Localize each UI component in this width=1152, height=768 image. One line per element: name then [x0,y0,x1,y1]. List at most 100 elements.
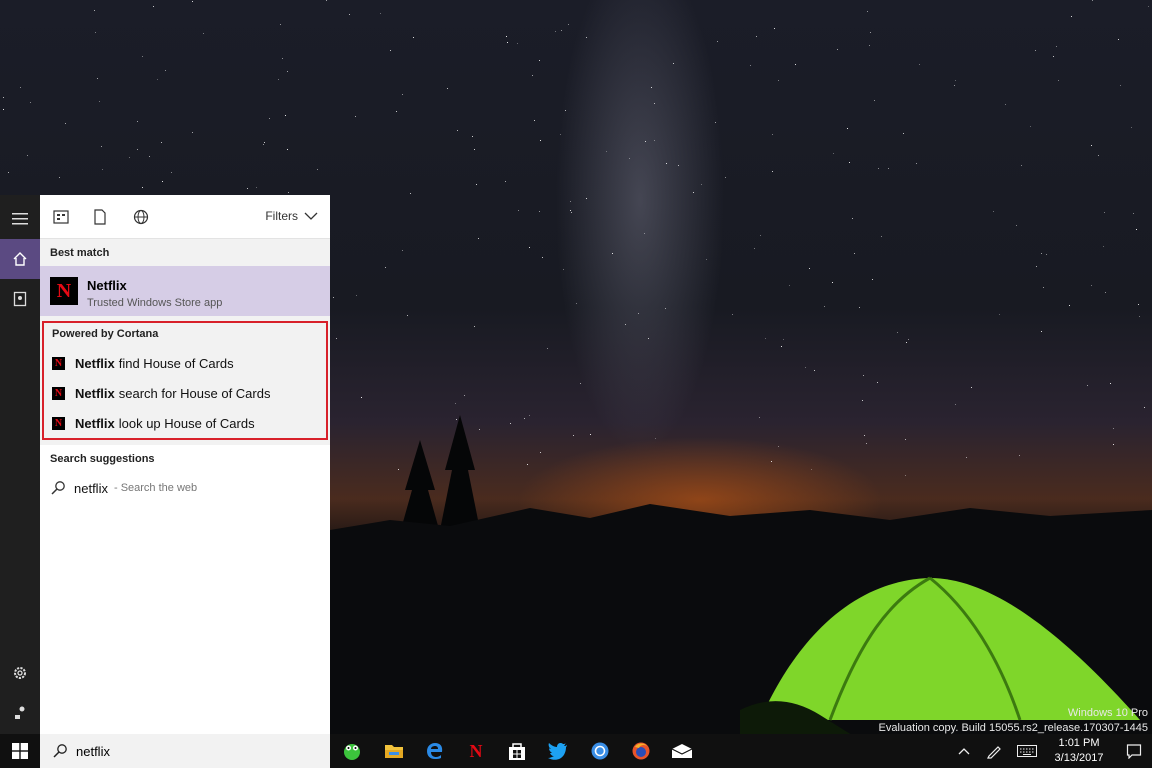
hamburger-menu-button[interactable] [0,199,40,239]
star [65,123,66,124]
star [355,116,356,117]
star [563,269,564,270]
star [772,171,773,172]
star [410,193,411,194]
star [878,168,879,169]
star [1113,428,1114,429]
star [833,153,834,154]
star [955,404,956,405]
star [97,78,98,79]
star [457,130,458,131]
star [506,36,507,37]
star [644,233,645,234]
file-explorer-icon [385,745,403,758]
star [832,282,833,283]
cortana-action-item[interactable]: N Netflix find House of Cards [52,353,234,373]
chat-icon [591,742,609,760]
web-suggestion-item[interactable]: netflix - Search the web [50,480,197,496]
cortana-action-text: find House of Cards [118,355,234,371]
netflix-icon: N [52,356,65,370]
star [3,109,4,110]
star [171,172,172,173]
star [153,6,154,7]
star [1131,127,1132,128]
star [847,128,848,129]
star [783,339,784,340]
star [8,172,9,173]
notebook-button[interactable] [0,279,40,319]
star [906,342,907,343]
star [859,307,860,308]
taskbar-app-firefox[interactable] [621,734,661,768]
star [349,14,350,15]
cortana-action-item[interactable]: N Netflix search for House of Cards [52,383,270,403]
home-button[interactable] [0,239,40,279]
clock[interactable]: 1:01 PM 3/13/2017 [1046,734,1112,768]
taskbar-app-frog[interactable] [332,734,372,768]
os-watermark: Windows 10 Pro Evaluation copy. Build 15… [879,706,1149,736]
star [612,253,613,254]
action-center-button[interactable] [1116,734,1152,768]
star [774,28,775,29]
star [805,367,806,368]
star [756,36,757,37]
star [3,97,4,98]
cortana-heading: Powered by Cortana [52,328,159,340]
star [402,94,403,95]
star [1092,0,1093,1]
filters-dropdown[interactable]: Filters [265,209,318,223]
star [547,348,548,349]
star [447,88,448,89]
taskbar-app-file-explorer[interactable] [374,734,414,768]
star [877,382,878,383]
touch-keyboard-button[interactable] [1012,734,1042,768]
taskbar-app-mail[interactable] [662,734,702,768]
star [654,103,655,104]
star [413,37,414,38]
star [192,1,193,2]
start-button[interactable] [0,734,40,768]
settings-button[interactable] [0,653,40,693]
star [149,156,150,157]
mail-icon [671,744,693,758]
taskbar-app-netflix[interactable]: N [456,734,496,768]
search-suggestions-section: Search suggestions netflix - Search the … [40,445,330,734]
feedback-button[interactable] [0,693,40,733]
taskbar-app-store[interactable] [497,734,537,768]
search-toolbar: Filters [40,195,330,239]
edge-icon [427,743,443,759]
document-icon[interactable] [91,208,109,226]
show-hidden-icons-button[interactable] [952,734,976,768]
star [555,31,556,32]
star [1021,165,1022,166]
star [192,132,193,133]
star [717,41,718,42]
star [888,168,889,169]
cortana-actions-section: Powered by Cortana N Netflix find House … [42,321,328,440]
star [651,87,652,88]
star [837,49,838,50]
star [715,122,716,123]
search-input[interactable] [76,743,296,759]
star [706,259,707,260]
star [1087,385,1088,386]
star [778,446,779,447]
suggestions-heading: Search suggestions [50,453,155,465]
star [507,42,508,43]
star [263,144,264,145]
star [916,163,917,164]
globe-icon[interactable] [132,208,150,226]
windows-ink-button[interactable] [980,734,1008,768]
star [142,187,143,188]
star [356,295,357,296]
notebook-icon [13,291,27,307]
cortana-action-item[interactable]: N Netflix look up House of Cards [52,413,255,433]
apps-icon[interactable] [52,208,70,226]
taskbar-search-box[interactable] [40,734,330,768]
taskbar-app-edge[interactable] [415,734,455,768]
star [1056,46,1057,47]
taskbar-app-twitter[interactable] [538,734,578,768]
star [288,192,289,193]
taskbar-app-chat[interactable] [580,734,620,768]
star [534,120,535,121]
